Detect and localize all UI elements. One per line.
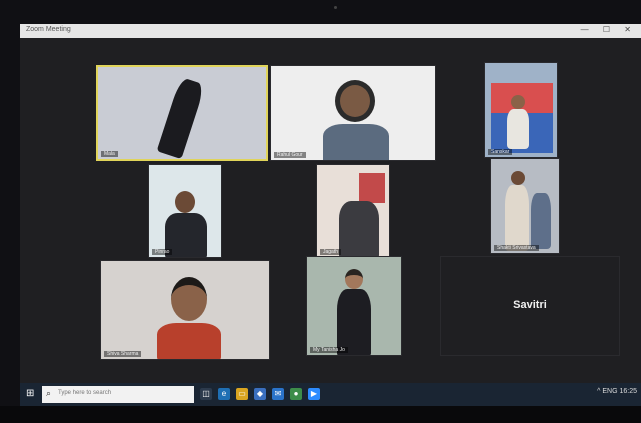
participant-video bbox=[329, 267, 381, 355]
mail-icon[interactable]: ✉ bbox=[272, 388, 284, 400]
participant-name: Shakti Srivastava bbox=[494, 245, 539, 251]
participant-tile-tanisha[interactable]: My Tanisha Jo bbox=[306, 256, 402, 356]
store-icon[interactable]: ◆ bbox=[254, 388, 266, 400]
participant-tile-jagath[interactable]: Jagath bbox=[316, 164, 390, 258]
gallery-view: Mala Rahul Gour Sanskar Pinrao Jagath Sh… bbox=[20, 38, 641, 383]
zoom-icon[interactable]: ▶ bbox=[308, 388, 320, 400]
monitor: Zoom Meeting — ☐ ✕ Mala Rahul Gour Sansk… bbox=[0, 0, 641, 423]
participant-name: Jagath bbox=[320, 249, 342, 255]
webcam-dot bbox=[334, 6, 337, 9]
participant-video bbox=[157, 273, 221, 359]
participant-tile-savitri[interactable]: Savitri bbox=[440, 256, 620, 356]
monitor-bezel bbox=[0, 406, 641, 423]
chrome-icon[interactable]: ● bbox=[290, 388, 302, 400]
file-explorer-icon[interactable]: ▭ bbox=[236, 388, 248, 400]
participant-video bbox=[156, 71, 208, 159]
taskbar-search-box[interactable]: ⌕ Type here to search bbox=[42, 386, 194, 403]
participant-name: My Tanisha Jo bbox=[310, 347, 348, 353]
participant-name: Rahul Gour bbox=[274, 152, 306, 158]
system-tray[interactable]: ^ ENG 16:25 bbox=[597, 388, 637, 395]
participant-name: Pinrao bbox=[152, 249, 173, 255]
task-view-icon[interactable]: ◫ bbox=[200, 388, 212, 400]
edge-icon[interactable]: e bbox=[218, 388, 230, 400]
windows-start-icon[interactable]: ⊞ bbox=[26, 388, 38, 400]
participant-tile-sanskar[interactable]: Sanskar bbox=[484, 62, 558, 158]
screen: Zoom Meeting — ☐ ✕ Mala Rahul Gour Sansk… bbox=[20, 24, 641, 406]
participant-name: Shiva Sharma bbox=[104, 351, 142, 357]
participant-video bbox=[497, 163, 557, 253]
participant-name: Sanskar bbox=[488, 149, 513, 155]
participant-video bbox=[159, 185, 215, 257]
participant-video bbox=[491, 83, 553, 153]
participant-tile-mala[interactable]: Mala bbox=[96, 65, 268, 161]
participant-name-placeholder: Savitri bbox=[513, 299, 547, 311]
participant-video bbox=[321, 76, 391, 160]
window-title: Zoom Meeting bbox=[26, 26, 71, 33]
participant-tile-rahul-gour[interactable]: Rahul Gour bbox=[270, 65, 436, 161]
windows-taskbar: ⊞ ⌕ Type here to search ◫ e ▭ ◆ ✉ ● ▶ ^ … bbox=[20, 383, 641, 406]
participant-tile-shakti-srivastava[interactable]: Shakti Srivastava bbox=[490, 158, 560, 254]
search-icon: ⌕ bbox=[46, 388, 52, 398]
participant-tile-shiva-sharma[interactable]: Shiva Sharma bbox=[100, 260, 270, 360]
participant-name: Mala bbox=[101, 151, 118, 157]
window-titlebar[interactable]: Zoom Meeting — ☐ ✕ bbox=[20, 24, 641, 38]
search-placeholder: Type here to search bbox=[58, 390, 112, 396]
participant-video bbox=[321, 171, 387, 257]
window-controls[interactable]: — ☐ ✕ bbox=[581, 25, 637, 34]
participant-tile-pinrao[interactable]: Pinrao bbox=[148, 164, 222, 258]
